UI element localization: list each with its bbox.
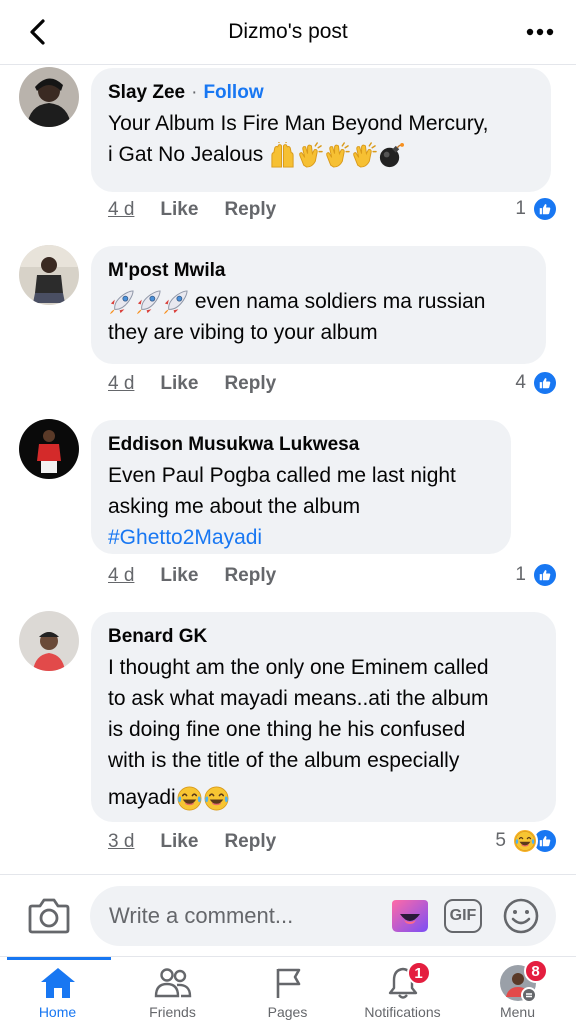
composer-divider xyxy=(0,874,576,875)
avatar[interactable] xyxy=(19,419,79,479)
comment-bubble[interactable]: Eddison Musukwa Lukwesa Even Paul Pogba … xyxy=(91,420,511,554)
tears-of-joy-icon xyxy=(176,785,203,812)
camera-icon xyxy=(28,898,70,934)
tab-label: Friends xyxy=(149,1004,196,1020)
separator-dot: · xyxy=(191,82,198,103)
menu-badge: 8 xyxy=(523,959,548,983)
tab-menu[interactable]: 8 Menu xyxy=(460,957,575,1024)
reaction-summary[interactable]: 1 xyxy=(515,196,558,222)
clapping-hands-icon xyxy=(296,142,323,169)
comment-input[interactable]: Write a comment... GIF xyxy=(90,886,556,946)
comment-composer: Write a comment... GIF xyxy=(0,876,576,956)
comment-text: Your Album Is Fire Man Beyond Mercury, i… xyxy=(108,108,535,170)
reaction-summary[interactable]: 1 xyxy=(515,562,558,588)
reaction-count: 4 xyxy=(515,372,526,393)
reaction-count: 1 xyxy=(515,564,526,585)
bottom-tab-bar: Home Friends Pages 1 Notifications 8 Men… xyxy=(0,956,576,1024)
tears-of-joy-icon xyxy=(203,785,230,812)
like-reaction-icon xyxy=(532,370,558,396)
reaction-count: 5 xyxy=(495,830,506,851)
avatar[interactable] xyxy=(19,611,79,671)
avatar-sticker-button[interactable] xyxy=(390,896,430,936)
follow-button[interactable]: Follow xyxy=(203,82,263,104)
reply-button[interactable]: Reply xyxy=(224,831,276,853)
avatar[interactable] xyxy=(19,67,79,127)
comment-bubble[interactable]: Benard GK I thought am the only one Emin… xyxy=(91,612,556,822)
more-options-button[interactable] xyxy=(524,20,556,44)
chevron-left-icon xyxy=(30,19,45,45)
comment-bubble[interactable]: M'post Mwila even nama soldiers ma russi… xyxy=(91,246,546,364)
comment-actions: 3 d Like Reply xyxy=(108,830,276,854)
reply-button[interactable]: Reply xyxy=(224,199,276,221)
comment-text: even nama soldiers ma russian they are v… xyxy=(108,289,486,344)
smiley-icon xyxy=(503,898,539,934)
back-button[interactable] xyxy=(20,14,56,50)
top-bar: Dizmo's post xyxy=(0,0,576,64)
comment-placeholder: Write a comment... xyxy=(109,903,294,928)
comment-author[interactable]: Benard GK xyxy=(108,626,207,648)
tab-label: Home xyxy=(38,1004,77,1020)
notification-badge: 1 xyxy=(406,961,431,985)
raising-hands-icon xyxy=(269,142,296,169)
tab-friends[interactable]: Friends xyxy=(115,957,230,1024)
page-title: Dizmo's post xyxy=(228,20,348,43)
reaction-count: 1 xyxy=(515,198,526,219)
like-button[interactable]: Like xyxy=(160,565,198,587)
rocket-icon xyxy=(135,289,162,316)
reaction-summary[interactable]: 4 xyxy=(515,370,558,396)
comment-actions: 4 d Like Reply xyxy=(108,372,276,396)
header-divider xyxy=(0,64,576,65)
like-reaction-icon xyxy=(532,196,558,222)
like-button[interactable]: Like xyxy=(160,199,198,221)
comment-text: I thought am the only one Eminem called … xyxy=(108,652,540,813)
tab-home[interactable]: Home xyxy=(0,957,115,1024)
flag-icon xyxy=(276,968,300,998)
like-reaction-icon xyxy=(532,562,558,588)
home-icon xyxy=(40,968,75,998)
tab-notifications[interactable]: 1 Notifications xyxy=(345,957,460,1024)
tab-label: Menu xyxy=(499,1004,536,1020)
rocket-icon xyxy=(108,289,135,316)
tab-label: Pages xyxy=(267,1004,308,1020)
comment-author[interactable]: Eddison Musukwa Lukwesa xyxy=(108,434,359,456)
clapping-hands-icon xyxy=(350,142,377,169)
comment-timestamp[interactable]: 4 d xyxy=(108,373,134,395)
reaction-summary[interactable]: 5 xyxy=(495,828,558,854)
friends-icon xyxy=(154,968,191,998)
gif-button[interactable]: GIF xyxy=(444,899,482,933)
comment-author[interactable]: Slay Zee xyxy=(108,82,185,104)
comment-bubble[interactable]: Slay Zee · Follow Your Album Is Fire Man… xyxy=(91,68,551,192)
tab-label: Notifications xyxy=(364,1004,441,1020)
reply-button[interactable]: Reply xyxy=(224,565,276,587)
rocket-icon xyxy=(162,289,189,316)
comment-timestamp[interactable]: 4 d xyxy=(108,199,134,221)
comment-text: Even Paul Pogba called me last night ask… xyxy=(108,460,495,553)
haha-reaction-icon xyxy=(512,828,538,854)
clapping-hands-icon xyxy=(323,142,350,169)
bomb-icon xyxy=(377,142,404,169)
avatar[interactable] xyxy=(19,245,79,305)
comment-timestamp[interactable]: 3 d xyxy=(108,831,134,853)
reply-button[interactable]: Reply xyxy=(224,373,276,395)
emoji-button[interactable] xyxy=(502,897,540,935)
camera-button[interactable] xyxy=(26,896,72,936)
comment-actions: 4 d Like Reply xyxy=(108,564,276,588)
comment-timestamp[interactable]: 4 d xyxy=(108,565,134,587)
like-button[interactable]: Like xyxy=(160,373,198,395)
hashtag-link[interactable]: #Ghetto2Mayadi xyxy=(108,522,495,553)
comment-actions: 4 d Like Reply xyxy=(108,198,276,222)
comment-author[interactable]: M'post Mwila xyxy=(108,260,225,282)
avatar-sticker-icon xyxy=(392,900,428,932)
more-horizontal-icon xyxy=(526,28,554,36)
tab-pages[interactable]: Pages xyxy=(230,957,345,1024)
like-button[interactable]: Like xyxy=(160,831,198,853)
